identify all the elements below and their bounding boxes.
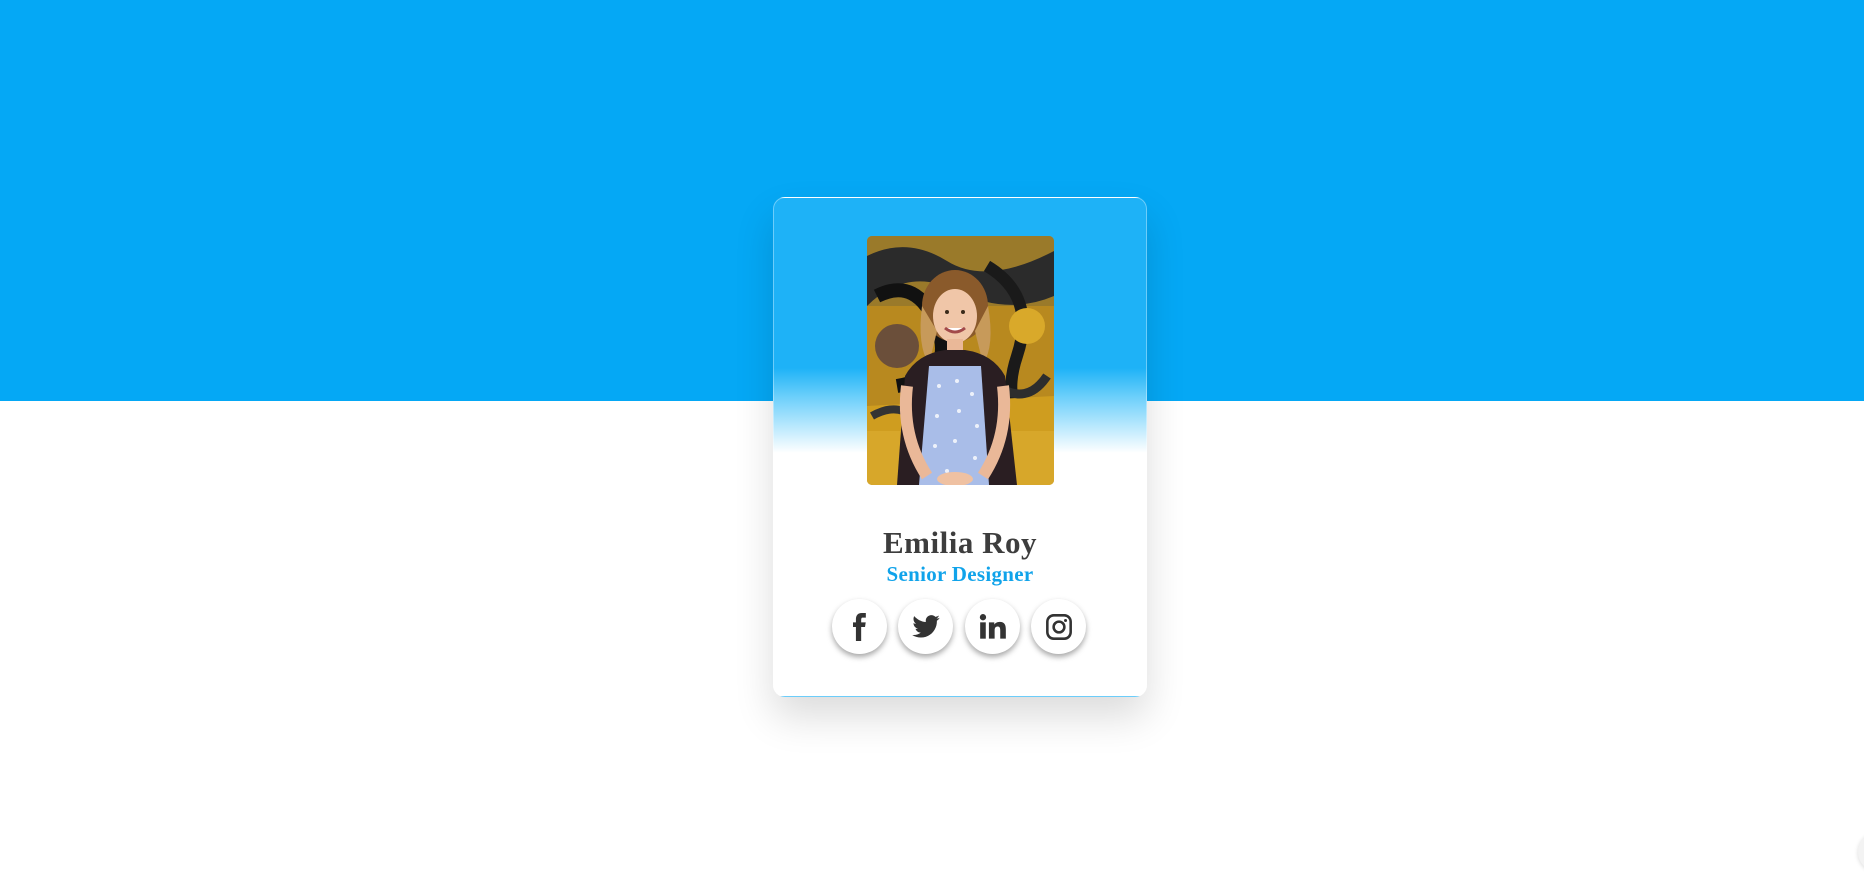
linkedin-icon	[979, 613, 1006, 639]
floating-corner-button[interactable]	[1858, 832, 1864, 872]
facebook-button[interactable]	[832, 599, 887, 654]
social-links	[832, 599, 1090, 655]
instagram-button[interactable]	[1031, 599, 1086, 654]
instagram-icon	[1045, 613, 1072, 640]
linkedin-button[interactable]	[965, 599, 1020, 654]
profile-name: Emilia Roy	[883, 525, 1037, 560]
profile-role: Senior Designer	[886, 562, 1034, 586]
facebook-icon	[852, 612, 866, 641]
profile-photo	[867, 236, 1054, 485]
twitter-button[interactable]	[898, 599, 953, 654]
twitter-icon	[911, 614, 940, 637]
profile-card: Emilia Roy Senior Designer	[773, 197, 1147, 697]
